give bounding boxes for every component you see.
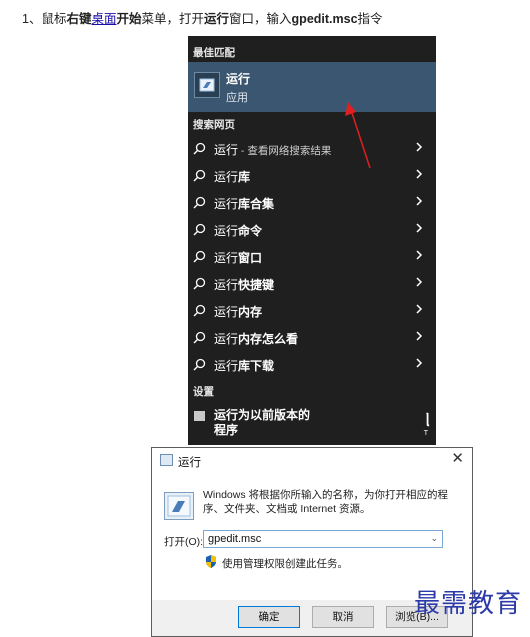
web-search-item-label: 运行内存怎么看 bbox=[214, 330, 298, 347]
web-search-item-label: 运行库下载 bbox=[214, 357, 274, 374]
instruction-mid: 菜单，打开 bbox=[141, 12, 205, 26]
start-search-menu: 最佳匹配 运行 应用 搜索网页 运行 - 查看网络搜索结果 运行库 运行库合集 运行命… bbox=[188, 36, 436, 445]
best-match-header: 最佳匹配 bbox=[193, 47, 235, 59]
web-search-item[interactable]: 运行内存 bbox=[188, 297, 436, 324]
settings-header: 设置 bbox=[193, 386, 214, 398]
open-label: 打开(O): bbox=[164, 536, 204, 548]
instruction-suffix: 指令 bbox=[357, 12, 383, 26]
web-search-item-label: 运行窗口 bbox=[214, 249, 262, 266]
chevron-right-icon[interactable] bbox=[412, 275, 426, 289]
search-icon bbox=[193, 358, 206, 371]
chevron-right-icon[interactable] bbox=[412, 248, 426, 262]
web-search-item-prefix: 运行 bbox=[214, 143, 239, 157]
instruction-mid2: 窗口，输入 bbox=[229, 12, 292, 26]
best-match-title: 运行 bbox=[226, 72, 251, 86]
settings-run-compat[interactable]: 运行为以前版本的 程序 ᥣ T bbox=[188, 408, 436, 442]
close-icon[interactable]: ✕ bbox=[451, 450, 464, 468]
web-search-item-label: 运行命令 bbox=[214, 222, 262, 239]
search-icon bbox=[193, 304, 206, 317]
settings-line2: 程序 bbox=[214, 423, 239, 437]
admin-note: 使用管理权限创建此任务。 bbox=[222, 558, 348, 570]
search-icon bbox=[193, 331, 206, 344]
search-icon bbox=[193, 250, 206, 263]
web-search-item-suffix: 库下载 bbox=[238, 359, 275, 373]
web-search-item[interactable]: 运行内存怎么看 bbox=[188, 324, 436, 351]
run-dialog-title: 运行 bbox=[178, 457, 201, 469]
web-search-item-suffix: 库合集 bbox=[238, 197, 275, 211]
chevron-right-icon[interactable] bbox=[412, 167, 426, 181]
web-search-item-prefix: 运行 bbox=[214, 170, 239, 184]
settings-line1: 运行为以前版本的 bbox=[214, 408, 311, 422]
chevron-right-icon[interactable] bbox=[412, 329, 426, 343]
web-search-item[interactable]: 运行库下载 bbox=[188, 351, 436, 378]
run-title-icon bbox=[160, 454, 173, 466]
web-search-item-prefix: 运行 bbox=[214, 305, 239, 319]
instruction-text: 1、鼠标右键桌面开始菜单，打开运行窗口，输入gpedit.msc指令 bbox=[22, 8, 383, 27]
web-search-item-prefix: 运行 bbox=[214, 197, 239, 211]
chevron-down-icon[interactable]: ⌄ bbox=[430, 533, 438, 544]
search-icon bbox=[193, 169, 206, 182]
web-search-item-label: 运行 - 查看网络搜索结果 bbox=[214, 141, 331, 158]
web-search-item-suffix: 窗口 bbox=[238, 251, 263, 265]
web-search-item-label: 运行库合集 bbox=[214, 195, 274, 212]
run-app-icon bbox=[194, 72, 220, 98]
instruction-run: 运行 bbox=[204, 12, 230, 26]
red-arrow-pointer bbox=[345, 102, 371, 169]
web-search-header: 搜索网页 bbox=[193, 119, 235, 131]
chevron-right-icon[interactable] bbox=[412, 302, 426, 316]
chevron-right-icon[interactable] bbox=[412, 140, 426, 154]
instruction-command: gpedit.msc bbox=[291, 12, 358, 26]
run-app-icon bbox=[164, 492, 194, 520]
web-search-item-suffix: 命令 bbox=[238, 224, 263, 238]
web-search-item-suffix: - 查看网络搜索结果 bbox=[238, 145, 332, 157]
web-search-item[interactable]: 运行快捷键 bbox=[188, 270, 436, 297]
settings-icon bbox=[194, 411, 205, 421]
web-search-item-prefix: 运行 bbox=[214, 251, 239, 265]
web-search-item-prefix: 运行 bbox=[214, 224, 239, 238]
settings-run-compat-label: 运行为以前版本的 程序 bbox=[214, 408, 310, 438]
web-search-item-prefix: 运行 bbox=[214, 359, 239, 373]
web-search-item-suffix: 内存 bbox=[238, 305, 263, 319]
uac-shield-icon bbox=[206, 555, 216, 568]
search-icon bbox=[193, 277, 206, 290]
search-icon bbox=[193, 142, 206, 155]
web-search-item-label: 运行库 bbox=[214, 168, 250, 185]
web-search-item-prefix: 运行 bbox=[214, 332, 239, 346]
web-search-item-suffix: 内存怎么看 bbox=[238, 332, 299, 346]
web-search-item-label: 运行快捷键 bbox=[214, 276, 274, 293]
ok-button[interactable]: 确定 bbox=[238, 606, 300, 628]
web-search-item[interactable]: 运行 - 查看网络搜索结果 bbox=[188, 135, 436, 162]
settings-trailing-glyph: ᥣ bbox=[425, 413, 430, 430]
web-search-item[interactable]: 运行库 bbox=[188, 162, 436, 189]
web-search-item-label: 运行内存 bbox=[214, 303, 262, 320]
cancel-button[interactable]: 取消 bbox=[312, 606, 374, 628]
desktop-link[interactable]: 桌面 bbox=[91, 12, 116, 26]
best-match-run-app[interactable]: 运行 应用 bbox=[188, 62, 436, 112]
search-icon bbox=[193, 196, 206, 209]
open-input[interactable]: gpedit.msc ⌄ bbox=[203, 530, 443, 548]
chevron-right-icon[interactable] bbox=[412, 221, 426, 235]
watermark-logo: 最需教育 bbox=[413, 589, 522, 619]
chevron-right-icon[interactable] bbox=[412, 356, 426, 370]
web-search-item-suffix: 快捷键 bbox=[238, 278, 275, 292]
open-input-value: gpedit.msc bbox=[208, 533, 262, 545]
instruction-right-click: 右键 bbox=[66, 12, 92, 26]
web-search-item[interactable]: 运行命令 bbox=[188, 216, 436, 243]
web-search-item[interactable]: 运行窗口 bbox=[188, 243, 436, 270]
run-description: Windows 将根据你所输入的名称，为你打开相应的程序、文件夹、文档或 Int… bbox=[203, 489, 449, 515]
search-icon bbox=[193, 223, 206, 236]
settings-trailing-small: T bbox=[423, 430, 428, 437]
best-match-subtitle: 应用 bbox=[226, 92, 248, 104]
web-search-item-prefix: 运行 bbox=[214, 278, 239, 292]
instruction-prefix: 1、鼠标 bbox=[22, 12, 67, 26]
web-search-item[interactable]: 运行库合集 bbox=[188, 189, 436, 216]
instruction-start: 开始 bbox=[116, 12, 142, 26]
web-search-item-suffix: 库 bbox=[238, 170, 251, 184]
chevron-right-icon[interactable] bbox=[412, 194, 426, 208]
